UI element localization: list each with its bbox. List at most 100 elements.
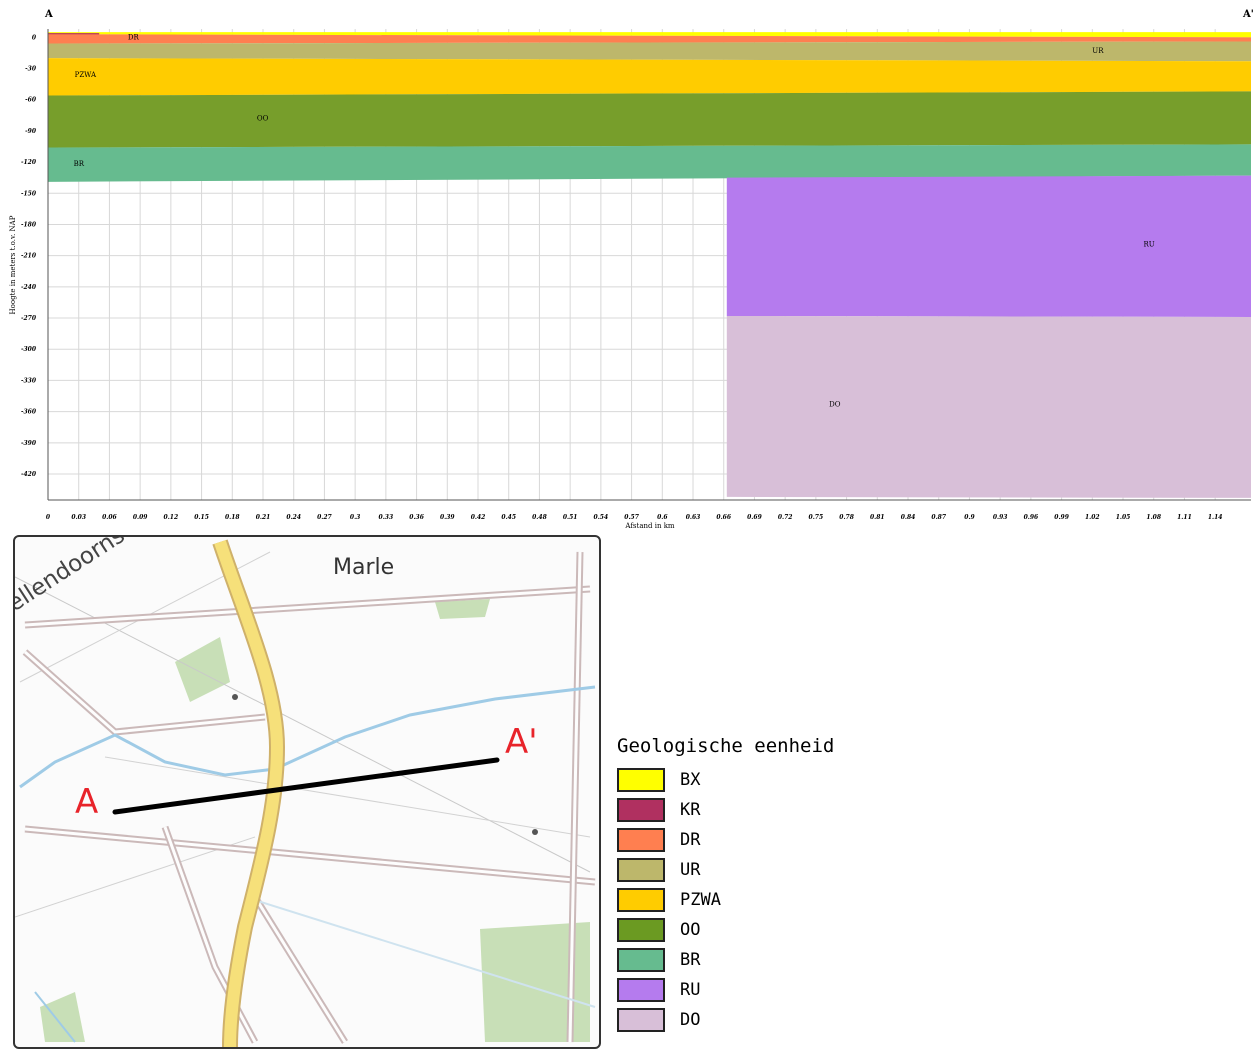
legend-item-bx: BX xyxy=(617,765,917,795)
unit-label-br: BR xyxy=(74,160,85,168)
x-tick-label: 0.9 xyxy=(964,514,975,521)
x-tick-label: 0.36 xyxy=(409,514,424,521)
x-tick-label: 0.87 xyxy=(931,514,946,521)
location-map: Marle Wellendoornseweg A A' xyxy=(13,535,601,1049)
unit-ur xyxy=(48,41,1251,62)
y-tick-label: 0 xyxy=(32,34,37,41)
x-tick-label: 0.21 xyxy=(256,514,271,521)
legend-item-pzwa: PZWA xyxy=(617,885,917,915)
map-end-marker: A' xyxy=(505,722,538,762)
legend: Geologische eenheid BX KR DR UR PZWA OO BR RU DO xyxy=(617,735,917,1035)
x-tick-label: 0.63 xyxy=(686,514,701,521)
unit-br xyxy=(48,144,1251,182)
legend-swatch xyxy=(617,768,665,792)
y-tick-label: -240 xyxy=(21,284,37,291)
y-tick-label: -420 xyxy=(21,471,37,478)
unit-pzwa xyxy=(48,58,1251,96)
y-axis-label: Hoogte in meters t.o.v. NAP xyxy=(9,215,17,314)
unit-label-oo: OO xyxy=(257,114,269,122)
cross-section-chart: DR UR PZWA OO BR RU DO 0 0.03 0.06 0.09 0.12 0.15 0.… xyxy=(9,9,1253,530)
x-tick-label: 0.84 xyxy=(901,514,916,521)
map-green-area xyxy=(435,599,490,619)
x-tick-label: 0 xyxy=(46,514,51,521)
x-tick-label: 0.39 xyxy=(440,514,455,521)
map-place-label: Marle xyxy=(333,555,395,580)
x-tick-label: 0.69 xyxy=(747,514,762,521)
legend-label: DO xyxy=(680,1010,701,1030)
map-point xyxy=(532,829,538,835)
x-tick-label: 1.05 xyxy=(1116,514,1131,521)
y-tick-label: -270 xyxy=(21,315,37,322)
legend-swatch xyxy=(617,948,665,972)
legend-label: PZWA xyxy=(680,890,721,910)
legend-label: UR xyxy=(680,860,701,880)
legend-item-oo: OO xyxy=(617,915,917,945)
legend-label: RU xyxy=(680,980,701,1000)
y-tick-label: -210 xyxy=(21,253,37,260)
geologic-units xyxy=(48,32,1251,498)
map-road xyxy=(24,587,591,627)
y-tick-label: -150 xyxy=(21,190,37,197)
legend-label: BR xyxy=(680,950,701,970)
map-point xyxy=(232,694,238,700)
x-tick-label: 0.3 xyxy=(350,514,360,521)
y-tick-label: -180 xyxy=(21,221,37,228)
unit-label-ru: RU xyxy=(1143,240,1154,248)
y-tick-label: -330 xyxy=(21,377,37,384)
map-green-area xyxy=(40,992,85,1042)
y-tick-labels: 0 -30 -60 -90 -120 -150 -180 -210 -240 -270 -300 -3… xyxy=(21,34,37,478)
x-tick-label: 0.66 xyxy=(716,514,731,521)
x-tick-label: 0.81 xyxy=(870,514,885,521)
legend-swatch xyxy=(617,828,665,852)
y-tick-label: -30 xyxy=(25,66,37,73)
x-tick-labels: 0 0.03 0.06 0.09 0.12 0.15 0.18 0.21 0.24 0.27 0.3… xyxy=(46,514,1223,521)
x-tick-label: 0.12 xyxy=(164,514,179,521)
unit-label-ur: UR xyxy=(1092,47,1104,55)
x-tick-label: 1.08 xyxy=(1146,514,1161,521)
map-canvas xyxy=(15,539,596,1047)
x-tick-label: 0.48 xyxy=(532,514,547,521)
legend-swatch xyxy=(617,858,665,882)
map-road xyxy=(253,896,347,1043)
x-tick-label: 0.24 xyxy=(286,514,301,521)
legend-item-kr: KR xyxy=(617,795,917,825)
y-tick-label: -60 xyxy=(25,97,37,104)
x-tick-label: 0.33 xyxy=(379,514,394,521)
legend-swatch xyxy=(617,798,665,822)
x-tick-label: 0.09 xyxy=(133,514,148,521)
y-tick-label: -390 xyxy=(21,440,37,447)
x-tick-label: 0.57 xyxy=(624,514,639,521)
section-start-label: A xyxy=(44,9,53,20)
x-tick-label: 0.96 xyxy=(1024,514,1039,521)
x-tick-label: 0.27 xyxy=(317,514,332,521)
map-start-marker: A xyxy=(75,782,99,822)
x-tick-label: 0.99 xyxy=(1054,514,1069,521)
x-tick-label: 1.02 xyxy=(1085,514,1100,521)
unit-do xyxy=(726,315,1251,498)
x-tick-label: 1.14 xyxy=(1208,514,1223,521)
legend-label: BX xyxy=(680,770,701,790)
x-tick-label: 0.03 xyxy=(71,514,86,521)
map-line xyxy=(104,756,591,838)
legend-item-do: DO xyxy=(617,1005,917,1035)
unit-ru xyxy=(726,175,1251,318)
legend-items: BX KR DR UR PZWA OO BR RU DO xyxy=(617,765,917,1035)
section-end-label: A' xyxy=(1242,9,1253,20)
x-tick-label: 0.45 xyxy=(501,514,516,521)
legend-item-br: BR xyxy=(617,945,917,975)
legend-swatch xyxy=(617,1008,665,1032)
map-road xyxy=(24,650,266,734)
x-tick-label: 0.54 xyxy=(594,514,609,521)
x-tick-label: 0.93 xyxy=(993,514,1008,521)
legend-item-dr: DR xyxy=(617,825,917,855)
map-green-area xyxy=(175,637,230,702)
legend-swatch xyxy=(617,888,665,912)
map-road xyxy=(24,827,596,884)
x-tick-label: 0.42 xyxy=(471,514,486,521)
legend-label: KR xyxy=(680,800,701,820)
legend-label: OO xyxy=(680,920,701,940)
x-tick-label: 1.11 xyxy=(1177,514,1192,521)
x-tick-label: 0.75 xyxy=(809,514,824,521)
x-tick-label: 0.72 xyxy=(778,514,793,521)
y-tick-label: -360 xyxy=(21,409,37,416)
